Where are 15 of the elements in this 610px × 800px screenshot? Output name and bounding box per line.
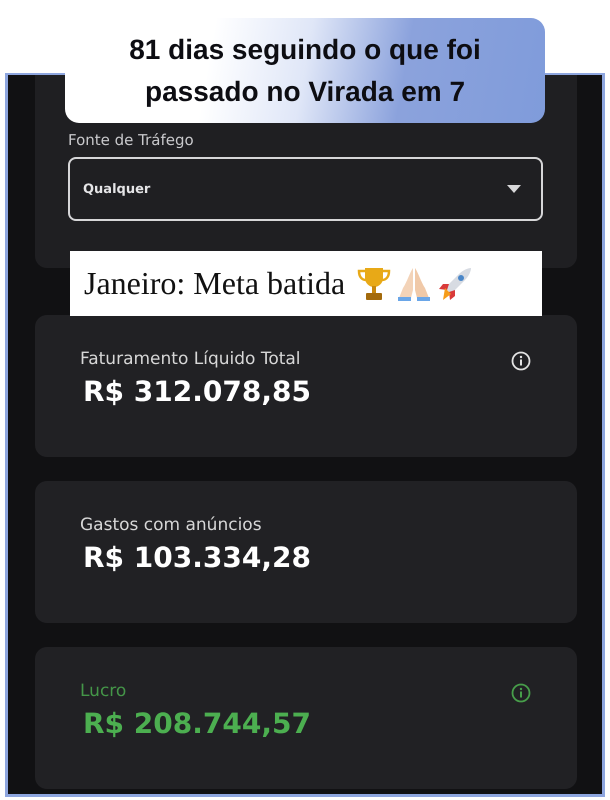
metric-label: Gastos com anúncios bbox=[80, 515, 262, 535]
dropdown-caret-icon bbox=[507, 185, 521, 193]
metric-value: R$ 208.744,57 bbox=[83, 707, 311, 740]
caption-text: passado no Virada em 7 bbox=[144, 74, 466, 109]
traffic-source-select[interactable]: Qualquer bbox=[68, 157, 543, 221]
metric-value: R$ 312.078,85 bbox=[83, 375, 311, 408]
sticker-text: Janeiro: Meta batida bbox=[84, 265, 346, 302]
trophy-icon bbox=[357, 266, 392, 302]
caption-text: 81 dias seguindo o que foi bbox=[129, 32, 481, 67]
rocket-icon bbox=[437, 266, 474, 302]
metric-label: Lucro bbox=[80, 681, 126, 701]
praying-hands-icon bbox=[397, 266, 432, 302]
metric-label: Faturamento Líquido Total bbox=[80, 349, 301, 369]
filter-label: Fonte de Tráfego bbox=[68, 131, 194, 149]
metric-value: R$ 103.334,28 bbox=[83, 541, 311, 574]
